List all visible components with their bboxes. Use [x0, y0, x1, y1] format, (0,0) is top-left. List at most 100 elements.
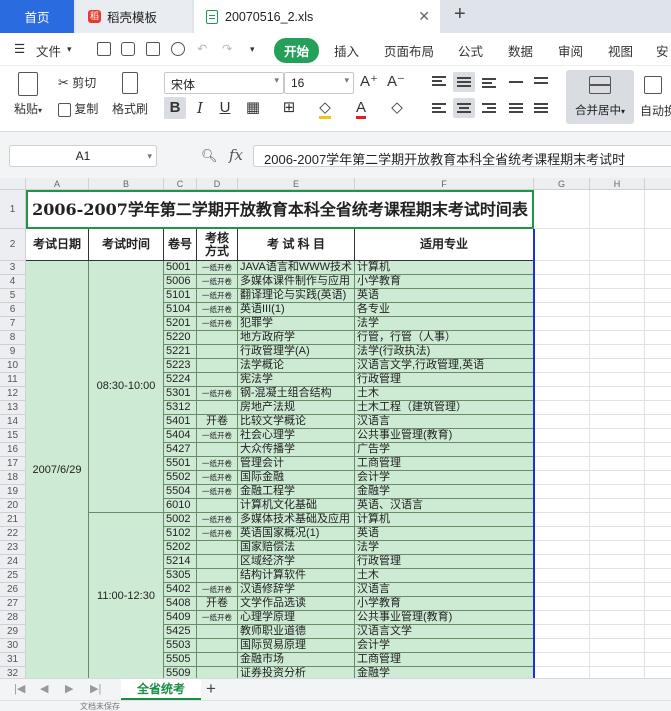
column-header[interactable]: B [89, 178, 164, 190]
major-cell[interactable]: 汉语言 [355, 415, 534, 429]
empty-cell[interactable] [534, 597, 590, 611]
column-header[interactable]: I [645, 178, 671, 190]
empty-cell[interactable] [534, 345, 590, 359]
empty-cell[interactable] [645, 401, 671, 415]
orientation-icon[interactable] [505, 72, 527, 92]
major-cell[interactable]: 工商管理 [355, 653, 534, 667]
underline-button[interactable]: U [214, 97, 236, 119]
empty-cell[interactable] [534, 569, 590, 583]
empty-cell[interactable] [590, 429, 645, 443]
exam-mode-cell[interactable]: 一纸开卷 [197, 471, 238, 485]
menu-formula[interactable]: 公式 [458, 41, 483, 60]
align-center-icon[interactable] [453, 98, 475, 118]
italic-button[interactable]: I [189, 97, 211, 119]
formula-input[interactable]: 2006-2007学年第二学期开放教育本科全省统考课程期末考试时 [253, 145, 671, 167]
empty-cell[interactable] [534, 583, 590, 597]
exam-mode-cell[interactable] [197, 401, 238, 415]
paper-no-cell[interactable]: 5202 [164, 541, 197, 555]
exam-mode-cell[interactable]: 开卷 [197, 597, 238, 611]
empty-cell[interactable] [534, 229, 590, 261]
empty-cell[interactable] [645, 527, 671, 541]
subject-cell[interactable]: 翻译理论与实践(英语) [238, 289, 355, 303]
empty-cell[interactable] [590, 457, 645, 471]
major-cell[interactable]: 广告学 [355, 443, 534, 457]
major-cell[interactable]: 会计学 [355, 639, 534, 653]
empty-cell[interactable] [590, 527, 645, 541]
empty-cell[interactable] [645, 653, 671, 667]
exam-mode-cell[interactable] [197, 625, 238, 639]
empty-cell[interactable] [534, 499, 590, 513]
major-cell[interactable]: 行政管理 [355, 555, 534, 569]
paper-no-cell[interactable]: 5505 [164, 653, 197, 667]
empty-cell[interactable] [534, 611, 590, 625]
bold-button[interactable]: B [164, 97, 186, 119]
empty-cell[interactable] [645, 611, 671, 625]
empty-cell[interactable] [645, 415, 671, 429]
justify-icon[interactable] [505, 98, 527, 118]
row-header[interactable]: 25 [0, 569, 26, 583]
menu-review[interactable]: 审阅 [558, 41, 583, 60]
subject-cell[interactable]: JAVA语言和WWW技术 [238, 261, 355, 275]
header-cell[interactable]: 卷号 [164, 229, 197, 261]
empty-cell[interactable] [590, 289, 645, 303]
empty-cell[interactable] [590, 597, 645, 611]
subject-cell[interactable]: 心理学原理 [238, 611, 355, 625]
subject-cell[interactable]: 证券投资分析 [238, 667, 355, 678]
header-cell[interactable]: 适用专业 [355, 229, 534, 261]
subject-cell[interactable]: 犯罪学 [238, 317, 355, 331]
header-cell[interactable]: 考 试 科 目 [238, 229, 355, 261]
font-family-select[interactable]: 宋体 ▾ [164, 72, 284, 94]
empty-cell[interactable] [590, 555, 645, 569]
empty-cell[interactable] [534, 443, 590, 457]
major-cell[interactable]: 金融学 [355, 485, 534, 499]
add-sheet-button[interactable]: + [206, 679, 216, 699]
paper-no-cell[interactable]: 5501 [164, 457, 197, 471]
empty-cell[interactable] [534, 429, 590, 443]
row-header[interactable]: 9 [0, 345, 26, 359]
row-header[interactable]: 13 [0, 401, 26, 415]
align-left-icon[interactable] [428, 98, 450, 118]
autowrap-button[interactable]: 自动换 [638, 70, 671, 119]
paper-no-cell[interactable]: 5001 [164, 261, 197, 275]
empty-cell[interactable] [534, 639, 590, 653]
tab-file[interactable]: 20070516_2.xls ✕ [194, 0, 440, 33]
empty-cell[interactable] [590, 190, 645, 229]
major-cell[interactable]: 小学教育 [355, 597, 534, 611]
menu-insert[interactable]: 插入 [334, 41, 359, 60]
name-box[interactable]: A1 ▾ [9, 145, 157, 167]
indent-icon[interactable] [530, 72, 552, 92]
empty-cell[interactable] [590, 541, 645, 555]
major-cell[interactable]: 土木 [355, 387, 534, 401]
empty-cell[interactable] [590, 513, 645, 527]
major-cell[interactable]: 汉语言文学 [355, 625, 534, 639]
empty-cell[interactable] [645, 373, 671, 387]
redo-icon[interactable]: ↷ [222, 41, 232, 56]
increase-font-icon[interactable]: A⁺ [360, 72, 378, 90]
subject-cell[interactable]: 国际金融 [238, 471, 355, 485]
column-header[interactable]: A [26, 178, 89, 190]
empty-cell[interactable] [645, 331, 671, 345]
empty-cell[interactable] [590, 261, 645, 275]
major-cell[interactable]: 英语 [355, 527, 534, 541]
row-header[interactable]: 1 [0, 190, 26, 229]
empty-cell[interactable] [645, 485, 671, 499]
empty-cell[interactable] [590, 499, 645, 513]
row-header[interactable]: 10 [0, 359, 26, 373]
exam-mode-cell[interactable]: 开卷 [197, 415, 238, 429]
font-size-select[interactable]: 16 ▾ [284, 72, 354, 94]
subject-cell[interactable]: 国际贸易原理 [238, 639, 355, 653]
row-header[interactable]: 19 [0, 485, 26, 499]
subject-cell[interactable]: 多媒体技术基础及应用 [238, 513, 355, 527]
subject-cell[interactable]: 大众传播学 [238, 443, 355, 457]
empty-cell[interactable] [534, 331, 590, 345]
row-header[interactable]: 6 [0, 303, 26, 317]
empty-cell[interactable] [645, 555, 671, 569]
empty-cell[interactable] [534, 527, 590, 541]
major-cell[interactable]: 法学 [355, 541, 534, 555]
close-icon[interactable]: ✕ [418, 8, 430, 25]
menu-home[interactable]: 开始 [274, 38, 320, 63]
paper-no-cell[interactable]: 5312 [164, 401, 197, 415]
empty-cell[interactable] [590, 331, 645, 345]
tab-home[interactable]: 首页 [0, 0, 74, 33]
major-cell[interactable]: 行政管理 [355, 373, 534, 387]
